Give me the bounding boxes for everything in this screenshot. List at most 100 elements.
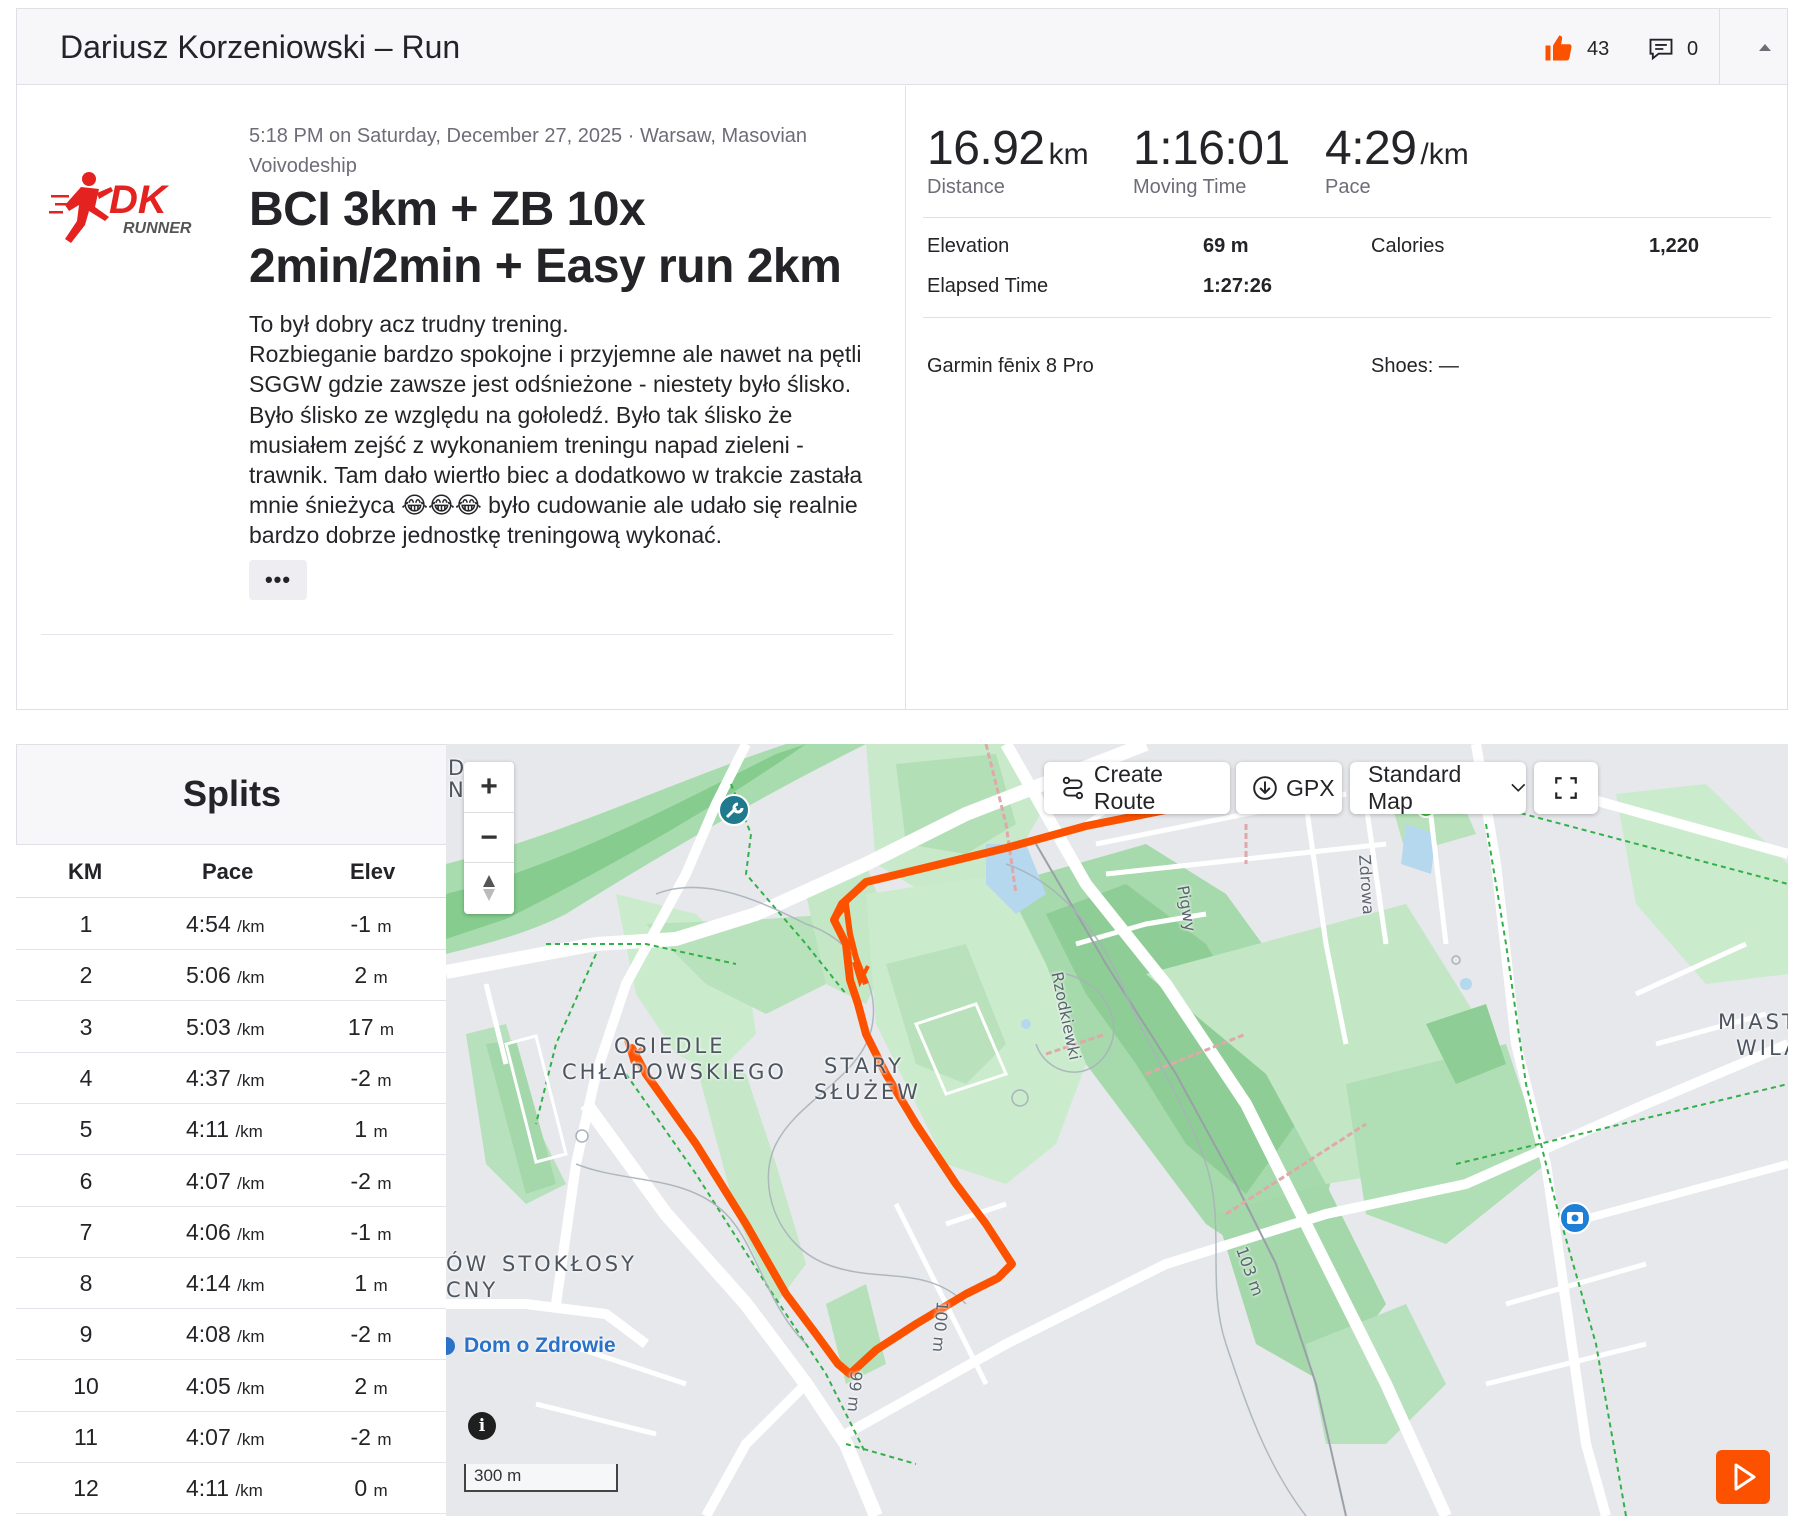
zoom-out-button[interactable]: −	[464, 812, 514, 862]
split-km: 8	[79, 1270, 93, 1297]
split-elev-unit: m	[377, 1173, 392, 1193]
calories-label: Calories	[1371, 235, 1445, 257]
map-label-stary: STARY	[824, 1054, 904, 1078]
download-icon	[1253, 776, 1277, 800]
split-row: 10 4:05 /km 2 m	[16, 1361, 446, 1412]
split-elev-value: -1	[350, 911, 371, 937]
comment-count[interactable]: 0	[1687, 38, 1698, 61]
split-pace-unit: /km	[237, 968, 265, 988]
elevation-label: Elevation	[927, 235, 1010, 257]
chevron-down-icon	[1511, 783, 1526, 792]
contour-label-99: 99 m	[843, 1370, 866, 1413]
split-elev: 1 m	[316, 1270, 426, 1297]
more-options-button[interactable]: •••	[249, 560, 307, 600]
split-elev: 17 m	[316, 1014, 426, 1041]
split-elev-value: 1	[354, 1270, 368, 1297]
split-row: 1 4:54 /km -1 m	[16, 899, 446, 950]
map-type-label: Standard Map	[1368, 761, 1462, 814]
split-km: 12	[73, 1475, 99, 1502]
wrench-marker-icon[interactable]	[718, 794, 750, 826]
split-row: 12 4:11 /km 0 m	[16, 1463, 446, 1515]
kudos-thumb-icon[interactable]	[1543, 33, 1573, 68]
split-pace-value: 4:05	[186, 1372, 231, 1399]
collapse-caret-icon[interactable]	[1753, 37, 1777, 57]
split-pace-value: 4:11	[186, 1116, 230, 1143]
map-type-select[interactable]: Standard Map	[1350, 761, 1526, 814]
map-label-cny: CNY	[446, 1278, 499, 1302]
split-pace: 4:05 /km	[186, 1373, 265, 1400]
map-label-osiedle: OSIEDLE	[614, 1034, 726, 1058]
stat-pace: 4:29/km Pace	[1325, 121, 1469, 199]
split-pace-unit: /km	[235, 1481, 263, 1501]
split-elev-unit: m	[373, 1122, 388, 1142]
split-elev-value: 0	[354, 1475, 368, 1502]
kudos-count[interactable]: 43	[1587, 38, 1609, 61]
create-route-label: Create Route	[1093, 761, 1163, 814]
split-elev: 1 m	[316, 1116, 426, 1143]
map-label-stoklosy: STOKŁOSY	[502, 1252, 637, 1276]
split-pace-value: 4:07	[186, 1167, 231, 1194]
split-pace-value: 4:54	[186, 911, 231, 937]
split-elev-value: -2	[350, 1321, 371, 1348]
split-pace: 5:06 /km	[186, 962, 265, 989]
split-pace: 5:03 /km	[186, 1014, 265, 1041]
split-elev: -1 m	[316, 911, 426, 938]
zoom-in-button[interactable]: +	[464, 762, 514, 812]
photo-marker-icon[interactable]	[1559, 1202, 1591, 1234]
device-name: Garmin fēnix 8 Pro	[927, 355, 1094, 377]
map-label-wila: WILA	[1736, 1036, 1788, 1060]
split-pace-value: 5:06	[186, 962, 231, 989]
split-km: 1	[79, 911, 93, 937]
split-km: 7	[79, 1218, 93, 1245]
split-pace: 4:37 /km	[186, 1065, 265, 1092]
elapsed-time-value: 1:27:26	[1203, 275, 1272, 297]
distance-label: Distance	[927, 176, 1005, 198]
map-label-chlapowskiego: CHŁAPOWSKIEGO	[562, 1060, 787, 1084]
split-pace-unit: /km	[237, 1327, 265, 1347]
route-map[interactable]: OSIEDLE CHŁAPOWSKIEGO STARY SŁUŻEW STOKŁ…	[446, 744, 1788, 1516]
split-elev-unit: m	[373, 1378, 388, 1398]
split-pace: 4:07 /km	[186, 1424, 265, 1451]
split-km: 10	[73, 1372, 99, 1399]
fullscreen-button[interactable]	[1534, 762, 1598, 814]
split-row: 3 5:03 /km 17 m	[16, 1002, 446, 1053]
col-pace: Pace	[202, 859, 254, 884]
split-elev-value: -2	[350, 1064, 371, 1091]
stat-distance: 16.92 km Distance	[927, 121, 1089, 199]
split-km: 3	[79, 1013, 93, 1040]
shoes-info: Shoes: —	[1371, 355, 1459, 377]
comment-icon[interactable]	[1647, 35, 1675, 68]
split-elev-value: 17	[347, 1013, 374, 1040]
split-elev: 2 m	[316, 962, 426, 989]
split-elev: -1 m	[316, 1219, 426, 1246]
split-elev-unit: m	[373, 1481, 388, 1501]
col-km: KM	[68, 859, 103, 884]
moving-time-value: 1:16:01	[1133, 122, 1290, 175]
activity-meta: 5:18 PM on Saturday, December 27, 2025 ·…	[249, 125, 808, 177]
map-label-sluzew: SŁUŻEW	[814, 1080, 921, 1104]
compass-button[interactable]	[464, 862, 514, 912]
split-elev-value: -2	[350, 1424, 371, 1450]
separator	[41, 634, 893, 635]
splits-column-headers: KM Pace Elev	[16, 844, 446, 898]
fullscreen-icon	[1555, 777, 1577, 799]
split-row: 9 4:08 /km -2 m	[16, 1309, 446, 1361]
create-route-button[interactable]: Create Route	[1044, 761, 1230, 814]
split-row: 8 4:14 /km 1 m	[16, 1258, 446, 1310]
split-elev-unit: m	[373, 1276, 388, 1296]
split-pace: 4:54 /km	[186, 911, 265, 938]
route-icon	[1062, 776, 1084, 800]
pace-label: Pace	[1325, 176, 1371, 198]
split-km: 6	[79, 1167, 93, 1194]
splits-title: Splits	[182, 773, 281, 814]
map-base-layer	[446, 744, 1788, 1516]
flyover-play-button[interactable]	[1716, 1450, 1770, 1504]
split-elev: 2 m	[316, 1373, 426, 1400]
split-elev: -2 m	[316, 1168, 426, 1195]
map-info-button[interactable]: i	[468, 1412, 496, 1440]
split-elev-value: 2	[354, 962, 368, 989]
split-elev-unit: m	[377, 917, 392, 936]
poi-label-dom-o-zdrowie[interactable]: Dom o Zdrowie	[464, 1334, 616, 1358]
split-pace-unit: /km	[237, 1276, 265, 1296]
gpx-download-button[interactable]: GPX	[1236, 762, 1342, 814]
